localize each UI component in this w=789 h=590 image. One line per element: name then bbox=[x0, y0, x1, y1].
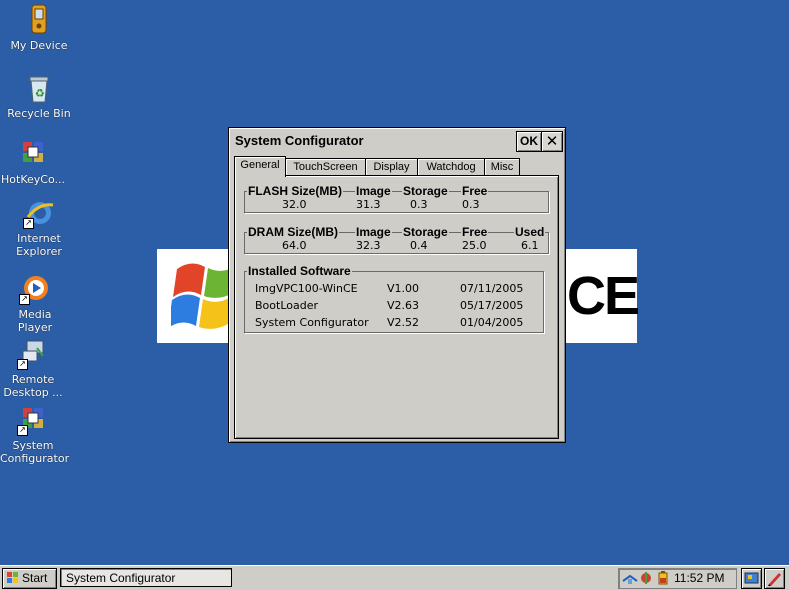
dram-storage-value: 0.4 bbox=[410, 239, 428, 252]
flash-col-storage: Storage bbox=[402, 184, 449, 198]
tab-general[interactable]: General bbox=[234, 156, 286, 177]
system-configurator-dialog: System Configurator OK ✕ General TouchSc… bbox=[228, 127, 566, 443]
software-date: 07/11/2005 bbox=[460, 282, 524, 295]
desktop-icon-label: System Configurator bbox=[0, 439, 70, 465]
desktop-icon-label: HotKeyCo... bbox=[1, 173, 65, 186]
media-player-icon: ↗ bbox=[19, 273, 51, 305]
software-name: ImgVPC100-WinCE bbox=[255, 282, 358, 295]
software-version: V2.63 bbox=[387, 299, 420, 312]
desktop-icon-label: Media Player bbox=[17, 308, 53, 334]
flash-image-value: 31.3 bbox=[356, 198, 381, 211]
desktop-icon-label: Internet Explorer bbox=[16, 232, 62, 258]
shortcut-arrow-icon: ↗ bbox=[23, 218, 34, 229]
dram-size-header: DRAM Size(MB) bbox=[247, 225, 339, 239]
dram-used-value: 6.1 bbox=[521, 239, 539, 252]
network-icon[interactable] bbox=[622, 571, 638, 585]
shortcut-arrow-icon: ↗ bbox=[17, 359, 28, 370]
clock[interactable]: 11:52 PM bbox=[674, 569, 724, 588]
flash-storage-value: 0.3 bbox=[410, 198, 428, 211]
desktop-icon-label: Remote Desktop ... bbox=[3, 373, 63, 399]
desktop-icon-label: My Device bbox=[10, 39, 68, 52]
software-version: V2.52 bbox=[387, 316, 420, 329]
tab-touchscreen[interactable]: TouchScreen bbox=[285, 158, 366, 176]
dram-col-used: Used bbox=[514, 225, 546, 239]
software-date: 05/17/2005 bbox=[460, 299, 524, 312]
windows-flag-icon bbox=[7, 572, 18, 583]
remote-desktop-icon: ↗ bbox=[17, 338, 49, 370]
desktop: My Device ♻ Recycle Bin HotKeyCo... ↗ In… bbox=[0, 0, 789, 565]
software-version: V1.00 bbox=[387, 282, 420, 295]
installed-software-group: Installed Software ImgVPC100-WinCE V1.00… bbox=[244, 264, 544, 333]
wallpaper-ce-text: CE bbox=[567, 266, 640, 326]
flash-group: FLASH Size(MB) Image Storage Free 32.0 3… bbox=[244, 184, 549, 213]
dram-col-image: Image bbox=[355, 225, 392, 239]
desktop-icon-remote-desktop[interactable]: ↗ Remote Desktop ... bbox=[0, 338, 66, 399]
shortcut-arrow-icon: ↗ bbox=[17, 425, 28, 436]
desktop-icon-media-player[interactable]: ↗ Media Player bbox=[2, 273, 68, 334]
close-button[interactable]: ✕ bbox=[541, 131, 563, 152]
system-tray: 11:52 PM bbox=[618, 568, 737, 589]
start-label: Start bbox=[22, 571, 48, 585]
software-name: System Configurator bbox=[255, 316, 369, 329]
software-name: BootLoader bbox=[255, 299, 318, 312]
dram-col-storage: Storage bbox=[402, 225, 449, 239]
shortcut-arrow-icon: ↗ bbox=[19, 294, 30, 305]
dram-free-value: 25.0 bbox=[462, 239, 487, 252]
dram-col-free: Free bbox=[461, 225, 489, 239]
svg-text:♻: ♻ bbox=[35, 87, 45, 100]
hotkey-icon bbox=[17, 138, 49, 170]
input-panel-button[interactable] bbox=[764, 568, 785, 589]
desktop-icon-system-configurator[interactable]: ↗ System Configurator bbox=[0, 404, 70, 465]
tab-display[interactable]: Display bbox=[365, 158, 418, 176]
flash-size-header: FLASH Size(MB) bbox=[247, 184, 343, 198]
dialog-title: System Configurator bbox=[235, 133, 364, 148]
battery-icon[interactable] bbox=[655, 571, 671, 585]
pen-icon bbox=[768, 573, 781, 586]
flash-size-value: 32.0 bbox=[282, 198, 307, 211]
general-tab-panel: FLASH Size(MB) Image Storage Free 32.0 3… bbox=[234, 175, 559, 439]
desktop-toggle-button[interactable] bbox=[741, 568, 762, 589]
ok-button[interactable]: OK bbox=[516, 131, 542, 152]
taskbar-button-system-configurator[interactable]: System Configurator bbox=[60, 568, 232, 587]
tab-watchdog[interactable]: Watchdog bbox=[417, 158, 485, 176]
ie-icon: ↗ bbox=[23, 197, 55, 229]
desktop-icon-internet-explorer[interactable]: ↗ Internet Explorer bbox=[6, 197, 72, 258]
usb-icon[interactable] bbox=[639, 571, 653, 585]
desktop-icon-label: Recycle Bin bbox=[7, 107, 71, 120]
desktop-icon bbox=[744, 572, 759, 584]
installed-software-header: Installed Software bbox=[247, 264, 352, 278]
tab-misc[interactable]: Misc bbox=[484, 158, 520, 176]
flash-col-image: Image bbox=[355, 184, 392, 198]
dram-size-value: 64.0 bbox=[282, 239, 307, 252]
desktop-icon-my-device[interactable]: My Device bbox=[6, 4, 72, 52]
start-button[interactable]: Start bbox=[2, 568, 57, 589]
desktop-icon-hotkey[interactable]: HotKeyCo... bbox=[0, 138, 66, 186]
recycle-bin-icon: ♻ bbox=[23, 72, 55, 104]
flash-free-value: 0.3 bbox=[462, 198, 480, 211]
system-configurator-icon: ↗ bbox=[17, 404, 49, 436]
dialog-titlebar[interactable]: System Configurator OK ✕ bbox=[231, 130, 563, 152]
pda-icon bbox=[23, 4, 55, 36]
taskbar: Start System Configurator 11:52 PM bbox=[0, 565, 789, 590]
dram-group: DRAM Size(MB) Image Storage Free Used 64… bbox=[244, 225, 549, 254]
dram-image-value: 32.3 bbox=[356, 239, 381, 252]
software-date: 01/04/2005 bbox=[460, 316, 524, 329]
flash-col-free: Free bbox=[461, 184, 489, 198]
desktop-icon-recycle-bin[interactable]: ♻ Recycle Bin bbox=[6, 72, 72, 120]
